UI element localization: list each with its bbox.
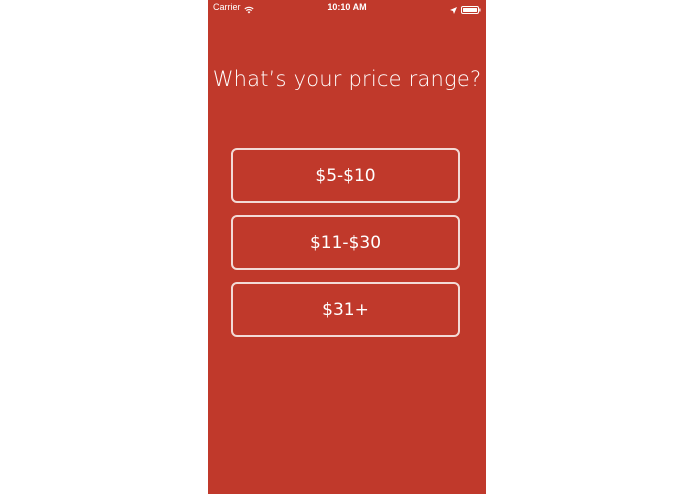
status-right-group xyxy=(450,0,481,15)
price-range-question: What’s your price range? xyxy=(212,67,482,91)
status-bar: Carrier 10:10 AM xyxy=(208,0,486,15)
status-time: 10:10 AM xyxy=(327,2,367,12)
price-option-31-plus-button[interactable]: $31+ xyxy=(231,282,460,337)
app-screen: Carrier 10:10 AM What’s your price range… xyxy=(208,0,486,494)
battery-icon xyxy=(461,4,481,14)
price-option-11-30-button[interactable]: $11-$30 xyxy=(231,215,460,270)
price-option-5-10-button[interactable]: $5-$10 xyxy=(231,148,460,203)
location-icon xyxy=(450,4,457,14)
